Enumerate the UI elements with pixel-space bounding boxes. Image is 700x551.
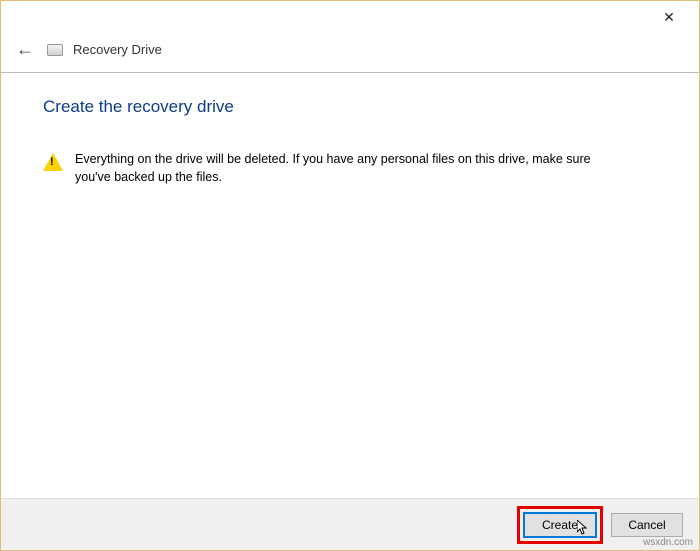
drive-icon	[47, 44, 63, 56]
back-button[interactable]: ←	[13, 39, 37, 60]
highlight-box: Create	[517, 506, 603, 544]
watermark: wsxdn.com	[643, 537, 693, 548]
footer: Create Cancel	[1, 498, 699, 550]
cancel-button-label: Cancel	[628, 518, 665, 532]
titlebar: ✕	[1, 1, 699, 33]
close-button[interactable]: ✕	[647, 3, 691, 31]
cursor-icon	[577, 520, 589, 536]
warning-text: Everything on the drive will be deleted.…	[75, 151, 595, 186]
close-icon: ✕	[663, 9, 675, 26]
page-heading: Create the recovery drive	[43, 97, 659, 117]
create-button[interactable]: Create	[524, 513, 596, 537]
cancel-button[interactable]: Cancel	[611, 513, 683, 537]
header-row: ← Recovery Drive	[1, 33, 699, 72]
create-button-label: Create	[542, 518, 578, 532]
app-title: Recovery Drive	[73, 42, 162, 57]
warning-row: Everything on the drive will be deleted.…	[43, 151, 659, 186]
warning-icon	[43, 153, 63, 171]
content-area: Create the recovery drive Everything on …	[1, 73, 699, 186]
